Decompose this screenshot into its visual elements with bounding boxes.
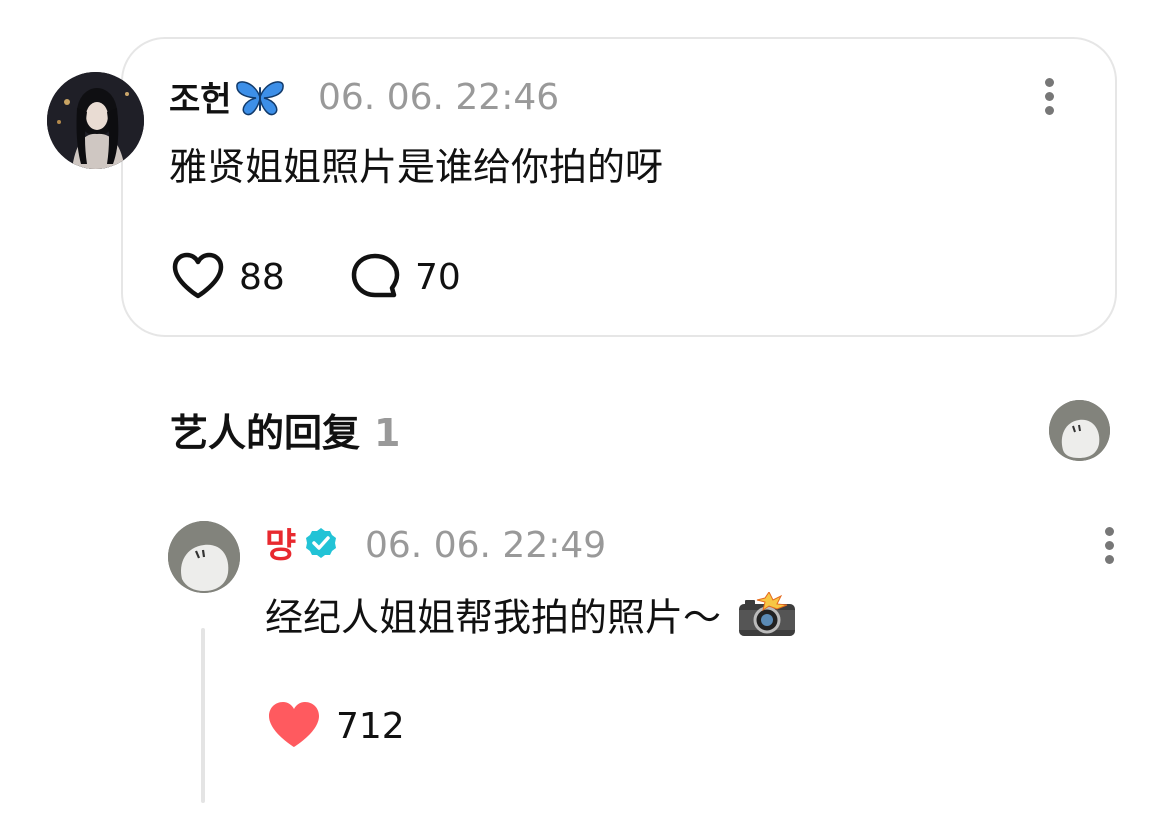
commenter-username-text[interactable]: 조헌 <box>169 80 232 120</box>
comment-text: 雅贤姐姐照片是谁给你拍的呀 <box>169 145 664 189</box>
artist-username[interactable]: 먕 <box>265 526 338 569</box>
reply-text-body: 经纪人姐姐帮我拍的照片～ <box>265 595 722 640</box>
more-vertical-icon[interactable] <box>1043 78 1055 118</box>
commenter-username[interactable]: 조헌 <box>169 77 286 126</box>
comment-timestamp: 06. 06. 22:46 <box>318 77 560 118</box>
artist-replies-count: 1 <box>374 411 401 455</box>
reply-like-count: 712 <box>336 706 405 747</box>
comment-like-count: 88 <box>239 257 285 298</box>
thread-line <box>201 628 205 803</box>
commenter-avatar[interactable] <box>47 72 144 169</box>
comment-reply-count: 70 <box>415 257 461 298</box>
artist-username-text[interactable]: 먕 <box>265 526 296 566</box>
artist-avatar[interactable] <box>168 521 240 593</box>
camera-flash-emoji <box>737 591 797 648</box>
comment-reply-button[interactable]: 70 <box>349 252 461 304</box>
heart-outline-icon <box>171 252 225 304</box>
page: 조헌 06. 06. 22:46 雅贤姐姐照片是谁给你拍的呀 88 70 艺人的… <box>0 0 1170 838</box>
comment-like-button[interactable]: 88 <box>171 252 285 304</box>
more-vertical-icon[interactable] <box>1103 527 1115 567</box>
butterfly-emoji <box>234 77 286 126</box>
artist-replies-heading: 艺人的回复 1 <box>170 410 400 456</box>
artist-avatar-small[interactable] <box>1049 400 1110 461</box>
verified-badge-icon <box>304 526 338 569</box>
heart-filled-icon <box>266 700 322 754</box>
artist-replies-title: 艺人的回复 <box>170 411 361 455</box>
comment-bubble-icon <box>349 252 401 304</box>
reply-text: 经纪人姐姐帮我拍的照片～ <box>265 591 797 648</box>
reply-like-button[interactable]: 712 <box>266 700 405 754</box>
reply-timestamp: 06. 06. 22:49 <box>365 525 607 566</box>
